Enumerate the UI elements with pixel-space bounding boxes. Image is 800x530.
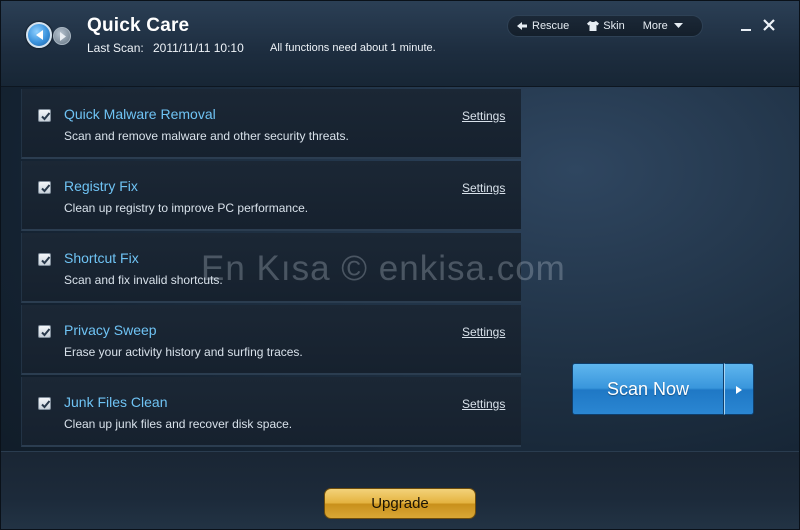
back-arrow-icon <box>36 30 43 40</box>
rescue-button[interactable]: Rescue <box>508 16 578 36</box>
forward-arrow-icon <box>60 32 66 41</box>
back-button[interactable] <box>26 22 52 48</box>
minimize-button[interactable] <box>738 17 754 33</box>
checkbox-checked-icon <box>41 328 51 337</box>
chevron-down-icon <box>673 23 683 28</box>
skin-button[interactable]: Skin <box>578 16 633 36</box>
skin-label: Skin <box>603 20 625 32</box>
task-description: Clean up junk files and recover disk spa… <box>64 417 293 431</box>
more-label: More <box>642 20 668 32</box>
task-checkbox[interactable] <box>38 109 51 122</box>
task-description: Scan and fix invalid shortcuts. <box>64 273 223 287</box>
triangle-right-icon <box>736 386 742 394</box>
task-description: Scan and remove malware and other securi… <box>64 129 349 143</box>
checkbox-checked-icon <box>41 112 51 121</box>
task-description: Clean up registry to improve PC performa… <box>64 201 309 215</box>
task-settings-link[interactable]: Settings <box>462 397 505 411</box>
task-name[interactable]: Junk Files Clean <box>64 394 168 410</box>
task-name[interactable]: Privacy Sweep <box>64 322 157 338</box>
rescue-arrow-icon <box>517 22 527 30</box>
checkbox-checked-icon <box>41 256 51 265</box>
checkbox-checked-icon <box>41 400 51 409</box>
task-checkbox[interactable] <box>38 181 51 194</box>
task-privacy-sweep: Privacy Sweep Erase your activity histor… <box>21 305 521 375</box>
close-button[interactable] <box>761 17 777 33</box>
app-window: Quick Care Last Scan: 2011/11/11 10:10 A… <box>0 0 800 530</box>
scan-duration-note: All functions need about 1 minute. <box>270 42 436 54</box>
task-settings-link[interactable]: Settings <box>462 109 505 123</box>
task-checkbox[interactable] <box>38 397 51 410</box>
last-scan-label: Last Scan: <box>87 41 144 55</box>
rescue-label: Rescue <box>532 20 570 32</box>
watermark-text: En Kısa © enkisa.com <box>201 249 566 288</box>
task-name[interactable]: Quick Malware Removal <box>64 106 216 122</box>
checkbox-checked-icon <box>41 184 51 193</box>
page-title: Quick Care <box>87 15 190 36</box>
close-icon <box>763 19 775 31</box>
last-scan-date: 2011/11/11 10:10 <box>153 41 244 55</box>
minimize-icon <box>741 29 751 31</box>
task-name[interactable]: Registry Fix <box>64 178 138 194</box>
task-registry-fix: Registry Fix Clean up registry to improv… <box>21 161 521 231</box>
task-name[interactable]: Shortcut Fix <box>64 250 139 266</box>
header: Quick Care Last Scan: 2011/11/11 10:10 A… <box>1 1 799 87</box>
task-settings-link[interactable]: Settings <box>462 325 505 339</box>
forward-button[interactable] <box>53 27 71 45</box>
task-description: Erase your activity history and surfing … <box>64 345 303 359</box>
top-toolbar: Rescue Skin More <box>507 15 703 37</box>
task-junk-files-clean: Junk Files Clean Clean up junk files and… <box>21 377 521 447</box>
task-checkbox[interactable] <box>38 253 51 266</box>
scan-now-button[interactable]: Scan Now <box>572 363 724 415</box>
task-settings-link[interactable]: Settings <box>462 181 505 195</box>
task-quick-malware-removal: Quick Malware Removal Scan and remove ma… <box>21 89 521 159</box>
task-checkbox[interactable] <box>38 325 51 338</box>
upgrade-button[interactable]: Upgrade <box>324 488 476 519</box>
scan-options-button[interactable] <box>724 363 754 415</box>
shirt-icon <box>587 21 600 31</box>
more-button[interactable]: More <box>634 16 692 36</box>
